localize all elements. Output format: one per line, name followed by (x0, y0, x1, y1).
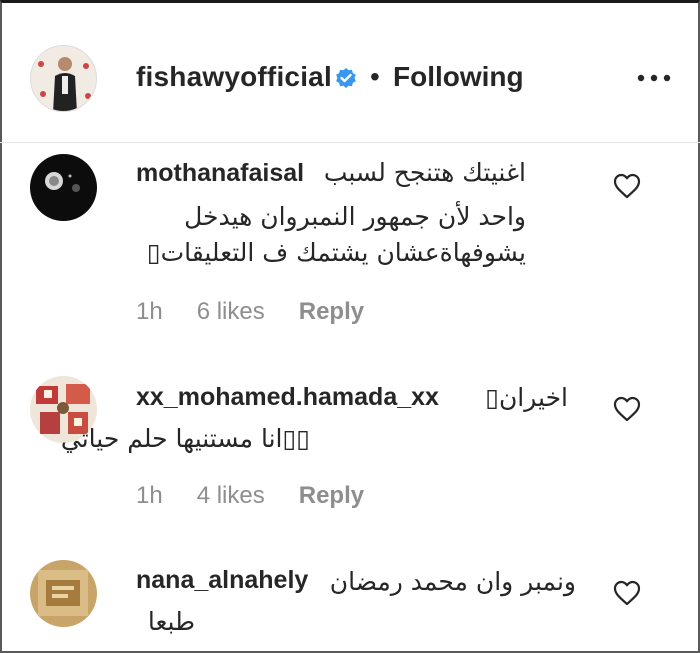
comment-avatar[interactable] (30, 560, 97, 627)
reply-button[interactable]: Reply (299, 482, 364, 509)
comment-text-line: ▯▯انا مستنيها حلم حياتي (60, 424, 310, 453)
like-heart-icon[interactable] (613, 173, 641, 199)
like-heart-icon[interactable] (613, 580, 641, 606)
comment-text-line: اغنيتك هتنجح لسبب (323, 158, 526, 187)
comment-likes[interactable]: 4 likes (197, 482, 265, 509)
comment-username[interactable]: nana_alnahely (136, 566, 308, 595)
comment-likes[interactable]: 6 likes (197, 298, 265, 325)
following-button[interactable]: Following (393, 61, 524, 93)
comment-avatar[interactable] (30, 154, 97, 221)
separator-dot: • (370, 61, 380, 92)
comment-text-line: اخيران▯ (485, 383, 568, 412)
verified-badge-icon (336, 68, 356, 88)
comment-time: 1h (136, 298, 163, 325)
comment-text-line: ونمبر وان محمد رمضان (329, 567, 576, 596)
avatar-image-icon (31, 46, 96, 111)
post-username[interactable]: fishawyofficial (136, 61, 332, 93)
comment-item: nana_alnahely ونمبر وان محمد رمضان طبعا (0, 556, 700, 651)
comment-time: 1h (136, 482, 163, 509)
comment-meta: 1h 6 likes Reply (136, 298, 398, 326)
comment-item: xx_mohamed.hamada_xx اخيران▯ ▯▯انا مستني… (0, 373, 700, 533)
comment-item: mothanafaisal اغنيتك هتنجح لسبب واحد لأن… (0, 145, 700, 345)
reply-button[interactable]: Reply (299, 298, 364, 325)
comment-text-line: واحد لأن جمهور النمبروان هيدخل (184, 202, 526, 231)
comment-text-line: يشوفهاةعشان يشتمك ف التعليقات▯ (146, 238, 526, 267)
like-heart-icon[interactable] (613, 396, 641, 422)
more-options-icon[interactable] (636, 73, 672, 83)
profile-avatar[interactable] (30, 45, 97, 112)
avatar-image-icon (30, 154, 97, 221)
comment-text-line: طبعا (147, 607, 195, 636)
comment-meta: 1h 4 likes Reply (136, 482, 398, 510)
comment-username[interactable]: xx_mohamed.hamada_xx (136, 383, 439, 412)
avatar-image-icon (30, 560, 97, 627)
post-header: fishawyofficial • Following (0, 3, 700, 143)
